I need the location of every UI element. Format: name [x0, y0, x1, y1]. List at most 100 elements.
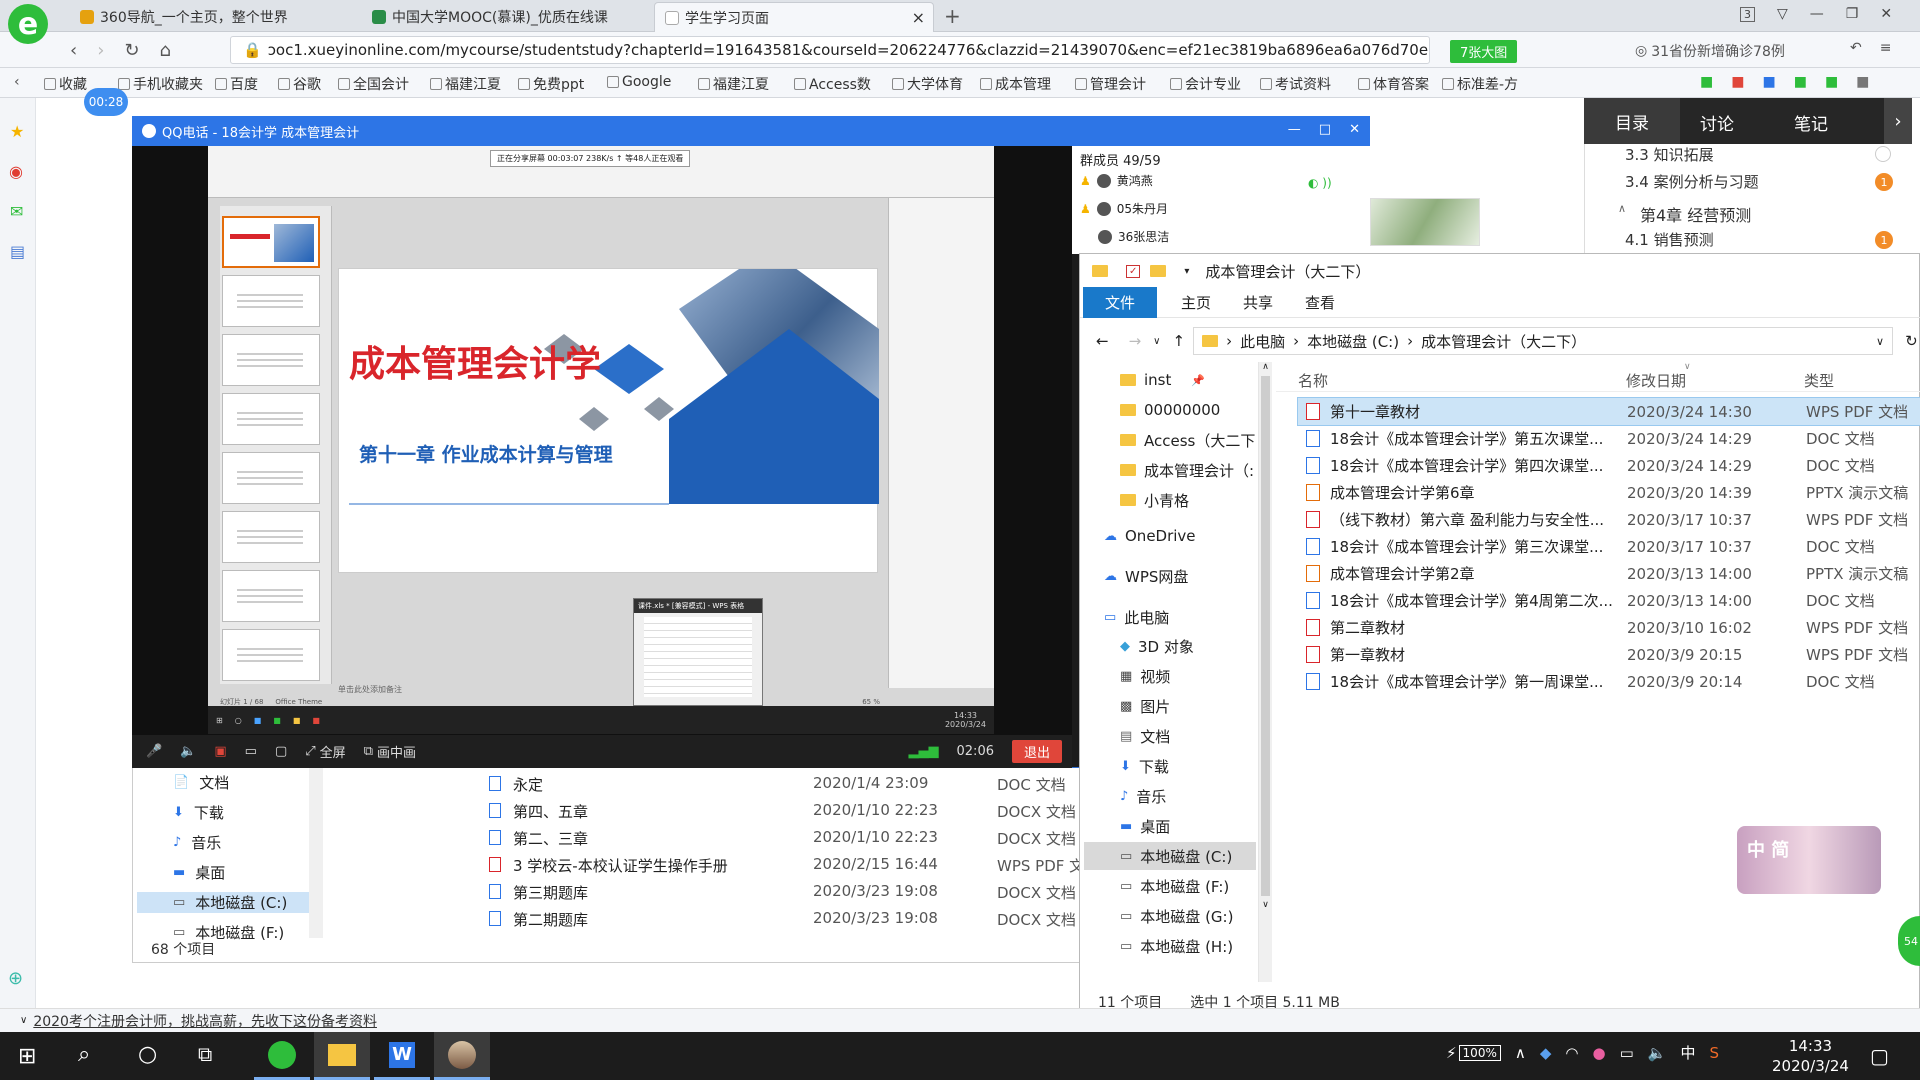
- tab-discussion[interactable]: 讨论: [1700, 110, 1734, 135]
- battery-tray-icon[interactable]: ▭: [1620, 1044, 1634, 1062]
- network-drive-icon[interactable]: ◆: [1540, 1044, 1552, 1062]
- bookmark-item[interactable]: 标准差-方: [1442, 74, 1518, 94]
- dropdown-icon[interactable]: ∨: [1876, 335, 1884, 348]
- slide-thumbnail[interactable]: [222, 570, 320, 622]
- course-outline-item[interactable]: 4.1 销售预测 1: [1625, 229, 1895, 253]
- close-icon[interactable]: ✕: [1880, 6, 1892, 22]
- quick-access-check-icon[interactable]: ✓: [1126, 264, 1141, 278]
- column-name[interactable]: 名称: [1298, 370, 1328, 391]
- nav-item[interactable]: ▭ 本地磁盘 (H:): [1120, 932, 1233, 960]
- pip-button[interactable]: ⧉ 画中画: [364, 742, 416, 761]
- back-icon[interactable]: ←: [1096, 332, 1109, 350]
- extension-icon[interactable]: ■: [1700, 74, 1713, 90]
- member-item[interactable]: ♟ 黄鸿燕: [1080, 172, 1153, 189]
- bookmark-item[interactable]: 体育答案: [1358, 74, 1429, 94]
- battery-icon[interactable]: ⚡ 100%: [1446, 1044, 1501, 1062]
- task-view-icon[interactable]: ⧉: [198, 1042, 212, 1066]
- browser-tab-study[interactable]: 学生学习页面 ×: [654, 2, 934, 32]
- camera-off-icon[interactable]: ▣: [214, 744, 226, 759]
- table-row[interactable]: 3 学校云-本校认证学生操作手册 2020/2/15 16:44 WPS PDF 文…: [333, 855, 1233, 879]
- file-row[interactable]: 18会计《成本管理会计学》第五次课堂... 2020/3/24 14:29 DOC …: [1080, 425, 1920, 452]
- table-row[interactable]: 第二、三章2020/1/10 22:23DOCX 文档17 KB: [333, 828, 1233, 852]
- nav-item[interactable]: ▭ 本地磁盘 (F:): [1120, 872, 1229, 900]
- add-panel-icon[interactable]: ⊕: [8, 968, 23, 989]
- table-row[interactable]: 第二期题库2020/3/23 19:08DOCX 文档15 KB: [333, 909, 1233, 933]
- file-row[interactable]: 成本管理会计学第2章 2020/3/13 14:00 PPTX 演示文稿: [1080, 560, 1920, 587]
- bookmark-item[interactable]: 全国会计: [338, 74, 409, 94]
- slide-thumbnail[interactable]: [222, 275, 320, 327]
- course-outline-item[interactable]: ∧ 第4章 经营预测: [1618, 202, 1910, 226]
- close-icon[interactable]: ✕: [1349, 122, 1360, 137]
- tab-outline[interactable]: 目录: [1584, 98, 1680, 144]
- customize-icon[interactable]: ▾: [1184, 266, 1189, 277]
- scroll-up-icon[interactable]: ∧: [1259, 362, 1272, 372]
- tab-count-icon[interactable]: 3: [1740, 6, 1755, 22]
- nav-item[interactable]: ▭ 本地磁盘 (G:): [1120, 902, 1233, 930]
- ime-indicator[interactable]: 中: [1680, 1042, 1695, 1063]
- taskbar-clock[interactable]: 14:33 2020/3/24: [1772, 1036, 1849, 1076]
- bookmark-item[interactable]: Access数: [794, 74, 871, 94]
- qq-task[interactable]: [434, 1032, 490, 1080]
- nav-scrollbar[interactable]: [309, 768, 323, 938]
- bookmark-item[interactable]: 免费ppt: [518, 74, 584, 94]
- ribbon-home-tab[interactable]: 主页: [1181, 292, 1211, 313]
- file-row[interactable]: 第一章教材 2020/3/9 20:15 WPS PDF 文档: [1080, 641, 1920, 668]
- maximize-icon[interactable]: □: [1319, 122, 1331, 137]
- bookmark-item[interactable]: 福建江夏: [698, 74, 769, 94]
- nav-item[interactable]: ▬ 桌面: [173, 862, 225, 883]
- wps-writer-task[interactable]: W: [374, 1032, 430, 1080]
- app-tray-icon[interactable]: ●: [1592, 1044, 1605, 1062]
- bookmark-item[interactable]: 福建江夏: [430, 74, 501, 94]
- nav-item[interactable]: 📄 文档: [173, 772, 229, 793]
- forward-icon[interactable]: ›: [97, 40, 104, 61]
- start-icon[interactable]: ⊞: [18, 1044, 36, 1069]
- file-row[interactable]: 18会计《成本管理会计学》第四次课堂... 2020/3/24 14:29 DOC …: [1080, 452, 1920, 479]
- ribbon-share-tab[interactable]: 共享: [1243, 292, 1273, 313]
- search-hint[interactable]: ◎ 31省份新增确诊78例: [1635, 41, 1785, 61]
- member-item[interactable]: ♟ 05朱丹月: [1080, 200, 1168, 217]
- bookmark-item[interactable]: 管理会计: [1075, 74, 1146, 94]
- tray-expand-icon[interactable]: ∧: [1515, 1044, 1526, 1062]
- bookmark-item[interactable]: 收藏: [44, 74, 87, 94]
- nav-item[interactable]: ▬ 桌面: [1120, 812, 1170, 840]
- ribbon-file-tab[interactable]: 文件: [1083, 287, 1158, 318]
- slide-thumbnail[interactable]: [222, 393, 320, 445]
- bookmark-item[interactable]: 手机收藏夹: [118, 74, 203, 94]
- mic-muted-icon[interactable]: 🎤: [146, 744, 162, 759]
- column-type[interactable]: 类型: [1804, 370, 1834, 391]
- extension-icon[interactable]: ■: [1856, 74, 1869, 90]
- speaker-icon[interactable]: 🔈: [180, 744, 196, 759]
- ribbon-view-tab[interactable]: 查看: [1305, 292, 1335, 313]
- pin-icon[interactable]: 📌: [1191, 374, 1205, 387]
- breadcrumb[interactable]: › 此电脑 › 本地磁盘 (C:) › 成本管理会计（大二下） ∨: [1193, 327, 1894, 355]
- recent-icon[interactable]: ∨: [1153, 336, 1160, 347]
- file-row[interactable]: （线下教材）第六章 盈利能力与安全性... 2020/3/17 10:37 WPS …: [1080, 506, 1920, 533]
- browser-360-task[interactable]: [254, 1032, 310, 1080]
- bookmark-item[interactable]: 百度: [215, 74, 258, 94]
- home-icon[interactable]: ⌂: [160, 40, 171, 61]
- minimize-icon[interactable]: —: [1288, 122, 1301, 137]
- sogou-icon[interactable]: S: [1709, 1044, 1719, 1062]
- slide-thumbnail[interactable]: [222, 216, 320, 268]
- fullscreen-button[interactable]: ⤢ 全屏: [305, 742, 345, 761]
- course-outline-item[interactable]: 3.4 案例分析与习题 1: [1625, 171, 1895, 195]
- mail-icon[interactable]: ✉: [10, 202, 23, 221]
- breadcrumb-folder[interactable]: 成本管理会计（大二下）: [1421, 331, 1586, 352]
- nav-item[interactable]: ▭ 本地磁盘 (C:): [137, 892, 309, 913]
- notes-icon[interactable]: ▤: [10, 242, 25, 261]
- exit-call-button[interactable]: 退出: [1011, 740, 1062, 763]
- bookmark-item[interactable]: 会计专业: [1170, 74, 1241, 94]
- column-modified[interactable]: 修改日期: [1626, 370, 1686, 391]
- expand-icon[interactable]: ∨: [20, 1015, 27, 1026]
- minimize-icon[interactable]: —: [1810, 6, 1824, 22]
- menu-icon[interactable]: ≡: [1880, 40, 1892, 56]
- wifi-icon[interactable]: ◠: [1565, 1044, 1578, 1062]
- file-explorer-task[interactable]: [314, 1032, 370, 1080]
- panel-next-icon[interactable]: ›: [1884, 98, 1912, 144]
- extension-icon[interactable]: ■: [1794, 74, 1807, 90]
- ime-skin-widget[interactable]: 中 简: [1737, 826, 1881, 894]
- scroll-down-icon[interactable]: ∨: [1259, 900, 1272, 910]
- share-screen-icon[interactable]: ▭: [245, 744, 257, 759]
- image-count-badge[interactable]: 7张大图: [1450, 40, 1518, 63]
- file-row[interactable]: 18会计《成本管理会计学》第一周课堂... 2020/3/9 20:14 DOC 文…: [1080, 668, 1920, 695]
